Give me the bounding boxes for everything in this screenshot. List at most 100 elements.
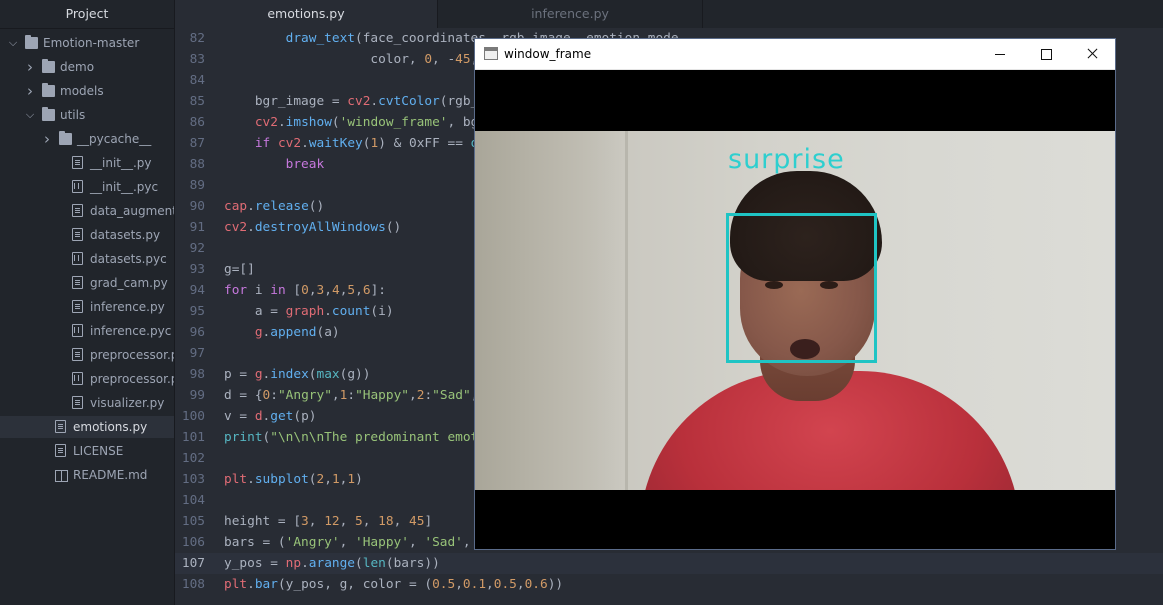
line-number: 105 (181, 514, 205, 529)
code-text: plt.bar(y_pos, g, color = (0.5,0.1,0.5,0… (224, 577, 564, 592)
code-text: plt.subplot(2,1,1) (224, 472, 363, 487)
tree-item[interactable]: › demo (0, 56, 174, 78)
line-number: 101 (181, 430, 205, 445)
tree-item[interactable]: visualizer.py (0, 392, 174, 414)
tree-item-label: datasets.pyc (90, 252, 167, 266)
chevron-right-icon[interactable]: › (25, 80, 35, 102)
file-text-icon (72, 204, 83, 217)
window-titlebar[interactable]: window_frame (475, 39, 1115, 70)
tree-item-label: Emotion-master (43, 36, 140, 50)
tree-item-label: README.md (73, 468, 148, 482)
tab-emotions-py[interactable]: emotions.py (175, 0, 438, 28)
file-text-icon (72, 300, 83, 313)
tree-item-label: models (60, 84, 104, 98)
line-number: 102 (181, 451, 205, 466)
line-number: 91 (189, 220, 205, 235)
code-text: for i in [0,3,4,5,6]: (224, 283, 386, 298)
code-text: height = [3, 12, 5, 18, 45] (224, 514, 433, 529)
tree-item[interactable]: LICENSE (0, 440, 174, 462)
opencv-window: window_frame surprise (474, 38, 1116, 550)
tree-item[interactable]: datasets.pyc (0, 248, 174, 270)
tree-item[interactable]: datasets.py (0, 224, 174, 246)
file-text-icon (72, 348, 83, 361)
line-number: 107 (181, 556, 205, 571)
code-text: g=[] (224, 262, 255, 277)
tree-item[interactable]: › __pycache__ (0, 128, 174, 150)
line-number: 108 (181, 577, 205, 592)
tree-item-label: preprocessor.py (90, 348, 174, 362)
file-text-icon (72, 228, 83, 241)
line-number: 97 (189, 346, 205, 361)
file-text-icon (72, 276, 83, 289)
tab-bar: emotions.py inference.py (175, 0, 1163, 28)
file-text-icon (55, 420, 66, 433)
code-line[interactable]: 107 y_pos = np.arange(len(bars)) (175, 553, 1163, 574)
tree-item-label: demo (60, 60, 95, 74)
line-number: 82 (189, 31, 205, 46)
window-app-icon (484, 47, 498, 60)
tree-item[interactable]: __init__.pyc (0, 176, 174, 198)
file-text-icon (72, 396, 83, 409)
tab-inference-py[interactable]: inference.py (438, 0, 703, 28)
tree-item[interactable]: preprocessor.pyc (0, 368, 174, 390)
line-number: 100 (181, 409, 205, 424)
tree-item-label: visualizer.py (90, 396, 165, 410)
emotion-label: surprise (728, 144, 845, 175)
tree-item[interactable]: › models (0, 80, 174, 102)
webcam-image: surprise (475, 131, 1115, 490)
chevron-down-icon[interactable]: ⌵ (25, 104, 35, 126)
code-text: y_pos = np.arange(len(bars)) (224, 556, 440, 571)
chevron-right-icon[interactable]: › (42, 128, 52, 150)
chevron-right-icon[interactable]: › (25, 56, 35, 78)
wall-edge (625, 131, 628, 490)
tree-item[interactable]: emotions.py (0, 416, 174, 438)
tree-item-label: preprocessor.pyc (90, 372, 174, 386)
face-bounding-box (726, 213, 877, 363)
tree-item-label: grad_cam.py (90, 276, 168, 290)
tree-item[interactable]: __init__.py (0, 152, 174, 174)
wall-shadow (475, 131, 625, 490)
folder-icon (42, 107, 55, 121)
tree-item[interactable]: inference.py (0, 296, 174, 318)
line-number: 94 (189, 283, 205, 298)
line-number: 85 (189, 94, 205, 109)
binary-file-icon (72, 324, 83, 337)
maximize-button[interactable] (1023, 39, 1069, 69)
line-number: 98 (189, 367, 205, 382)
book-icon (55, 470, 68, 482)
line-number: 90 (189, 199, 205, 214)
tree-item-label: __pycache__ (77, 132, 152, 146)
line-number: 88 (189, 157, 205, 172)
folder-icon (25, 35, 38, 49)
tree-item-label: inference.py (90, 300, 165, 314)
code-line[interactable]: 108 plt.bar(y_pos, g, color = (0.5,0.1,0.… (175, 574, 1163, 595)
tree-item-label: datasets.py (90, 228, 161, 242)
tree-item[interactable]: inference.pyc (0, 320, 174, 342)
line-number: 86 (189, 115, 205, 130)
chevron-down-icon[interactable]: ⌵ (8, 32, 18, 54)
tree-item[interactable]: ⌵ utils (0, 104, 174, 126)
folder-icon (42, 59, 55, 73)
line-number: 93 (189, 262, 205, 277)
minimize-button[interactable] (977, 39, 1023, 69)
tree-item[interactable]: grad_cam.py (0, 272, 174, 294)
code-text: a = graph.count(i) (224, 304, 394, 319)
binary-file-icon (72, 372, 83, 385)
code-text: p = g.index(max(g)) (224, 367, 371, 382)
code-text: v = d.get(p) (224, 409, 317, 424)
tree-item-label: utils (60, 108, 86, 122)
project-panel-title: Project (0, 0, 174, 29)
tree-item[interactable]: ⌵ Emotion-master (0, 32, 174, 54)
tree-item[interactable]: README.md (0, 464, 174, 486)
line-number: 92 (189, 241, 205, 256)
file-text-icon (72, 156, 83, 169)
tree-item-label: __init__.py (90, 156, 152, 170)
tree-item[interactable]: data_augmentation.py (0, 200, 174, 222)
binary-file-icon (72, 180, 83, 193)
tree-item[interactable]: preprocessor.py (0, 344, 174, 366)
binary-file-icon (72, 252, 83, 265)
close-button[interactable] (1069, 39, 1115, 69)
tree-item-label: __init__.pyc (90, 180, 159, 194)
line-number: 95 (189, 304, 205, 319)
line-number: 103 (181, 472, 205, 487)
